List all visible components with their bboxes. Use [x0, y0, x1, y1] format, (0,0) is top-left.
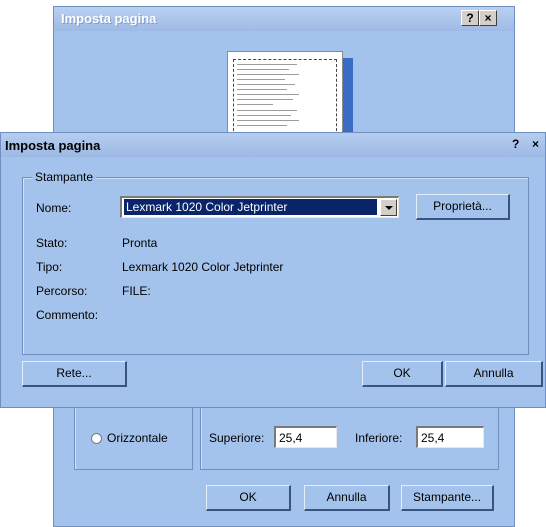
margin-bottom-label: Inferiore: — [355, 431, 403, 445]
comment-label: Commento: — [36, 308, 99, 322]
orientation-horizontal-radio[interactable] — [91, 433, 102, 444]
printer-name-label: Nome: — [36, 201, 72, 215]
orientation-horizontal-label: Orizzontale — [107, 431, 168, 445]
preview-text-line — [237, 110, 297, 111]
help-icon[interactable]: ? — [512, 137, 519, 151]
path-value: FILE: — [122, 284, 151, 298]
status-value: Pronta — [122, 236, 158, 250]
margin-top-input[interactable]: 25,4 — [274, 426, 337, 448]
type-value: Lexmark 1020 Color Jetprinter — [122, 260, 284, 274]
background-dialog-title: Imposta pagina — [61, 11, 157, 26]
background-help-button[interactable]: ? — [461, 10, 479, 26]
background-close-button[interactable]: × — [479, 10, 497, 26]
preview-text-line — [237, 84, 295, 85]
dialog-title: Imposta pagina — [5, 138, 101, 153]
status-label: Stato: — [36, 236, 68, 250]
margin-bottom-input[interactable]: 25,4 — [416, 426, 484, 448]
help-icon: ? — [466, 11, 474, 25]
network-button[interactable]: Rete... — [22, 361, 127, 387]
preview-text-line — [237, 79, 285, 80]
printer-name-select[interactable]: Lexmark 1020 Color Jetprinter — [120, 196, 399, 218]
preview-text-line — [237, 115, 291, 116]
dialog-title-bar: Imposta pagina ? × — [1, 133, 545, 157]
preview-text-line — [237, 94, 299, 95]
preview-text-line — [237, 125, 287, 126]
background-title-bar: Imposta pagina ? × — [54, 7, 514, 31]
preview-text-line — [237, 120, 299, 121]
path-label: Percorso: — [36, 284, 88, 298]
ok-button[interactable]: OK — [362, 361, 443, 387]
printer-group-label: Stampante — [32, 170, 97, 184]
margin-top-label: Superiore: — [209, 431, 265, 445]
preview-text-line — [237, 64, 297, 65]
background-ok-button[interactable]: OK — [206, 485, 291, 511]
preview-text-line — [237, 69, 289, 70]
preview-text-line — [237, 89, 287, 90]
preview-text-line — [237, 74, 299, 75]
close-icon[interactable]: × — [532, 137, 539, 151]
background-cancel-button[interactable]: Annulla — [304, 485, 390, 511]
cancel-button[interactable]: Annulla — [445, 361, 543, 387]
close-icon: × — [484, 11, 492, 25]
type-label: Tipo: — [36, 260, 63, 274]
printer-name-selected-value: Lexmark 1020 Color Jetprinter — [124, 199, 377, 215]
preview-text-line — [237, 99, 293, 100]
properties-button[interactable]: Proprietà... — [416, 194, 510, 220]
printer-setup-dialog: Imposta pagina ? × Stampante Nome: Lexma… — [0, 132, 546, 408]
chevron-down-icon[interactable] — [380, 199, 397, 216]
printer-button[interactable]: Stampante... — [401, 485, 494, 511]
preview-text-line — [237, 104, 273, 105]
